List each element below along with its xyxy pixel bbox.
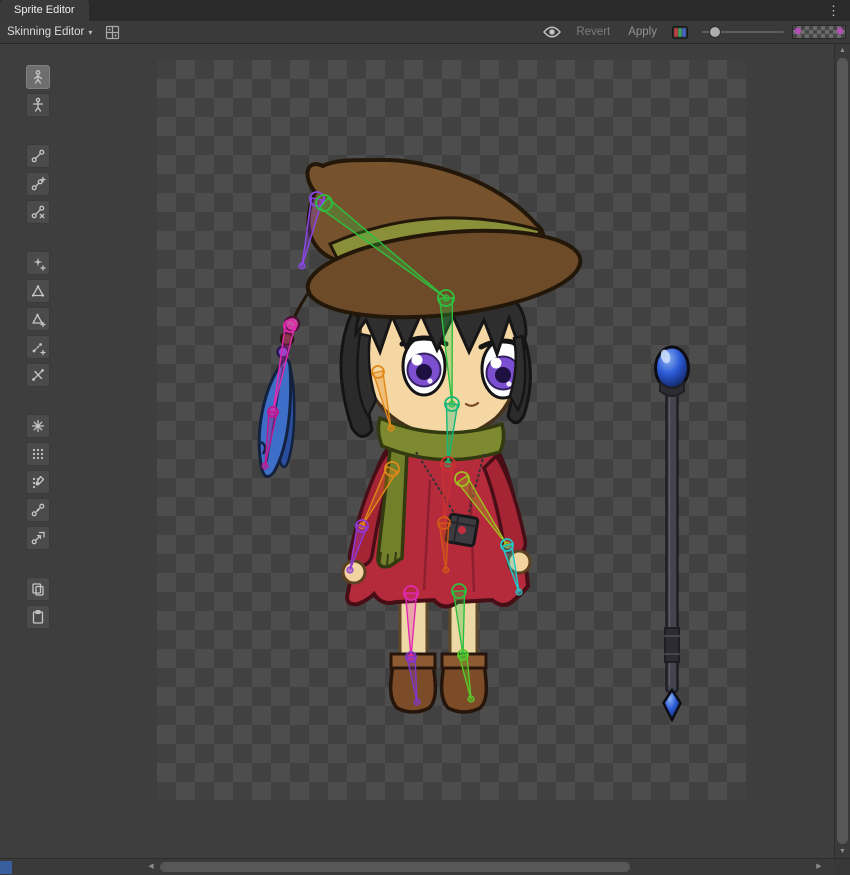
tool-weight-brush-button[interactable] bbox=[26, 470, 50, 494]
bone-arm-left-upper[interactable] bbox=[359, 462, 399, 529]
bone-hat-to-head[interactable] bbox=[316, 195, 449, 301]
chevron-down-icon: ▾ bbox=[88, 27, 92, 37]
tool-sprite-influence-button[interactable] bbox=[26, 526, 50, 550]
vertical-scroll-thumb[interactable] bbox=[837, 58, 848, 844]
sprite-sheet-icon[interactable] bbox=[99, 21, 126, 43]
bone-leg-left-lower[interactable] bbox=[406, 652, 420, 705]
skinning-tool-strip bbox=[26, 65, 50, 656]
scroll-left-arrow[interactable]: ◀ bbox=[144, 859, 158, 875]
vertical-scrollbar[interactable]: ▲ ▼ bbox=[834, 44, 850, 858]
bone-leg-right-lower[interactable] bbox=[458, 650, 474, 702]
bone-opacity-slider[interactable] bbox=[702, 25, 784, 39]
skinning-editor-dropdown-label: Skinning Editor bbox=[7, 26, 84, 38]
tool-preview-pose-button[interactable] bbox=[26, 65, 50, 89]
bone-hat-tip[interactable] bbox=[299, 192, 324, 269]
tool-group-1 bbox=[26, 65, 50, 117]
skinning-editor-dropdown[interactable]: Skinning Editor ▾ bbox=[0, 21, 99, 43]
tool-edit-geometry-button[interactable] bbox=[26, 279, 50, 303]
kebab-menu-icon[interactable]: ⋮ bbox=[823, 1, 844, 20]
toolbar: Skinning Editor ▾ Revert Apply bbox=[0, 21, 850, 44]
tool-auto-weights-button[interactable] bbox=[26, 414, 50, 438]
mesh-opacity-gradient-slider[interactable] bbox=[792, 25, 846, 39]
tool-split-edge-button[interactable] bbox=[26, 363, 50, 387]
tool-weight-slider-button[interactable] bbox=[26, 442, 50, 466]
tool-edit-bone-button[interactable] bbox=[26, 144, 50, 168]
bone-leg-left-upper[interactable] bbox=[404, 586, 418, 660]
tool-split-bone-button[interactable] bbox=[26, 200, 50, 224]
tool-auto-geometry-button[interactable] bbox=[26, 251, 50, 275]
bone-face-accent[interactable] bbox=[372, 366, 394, 431]
tab-sprite-editor[interactable]: Sprite Editor bbox=[0, 0, 89, 21]
tool-bone-influence-button[interactable] bbox=[26, 498, 50, 522]
apply-button[interactable]: Apply bbox=[619, 21, 666, 43]
bone-arm-left-lower[interactable] bbox=[347, 520, 368, 573]
horizontal-scroll-thumb[interactable] bbox=[160, 862, 630, 872]
bone-arm-right-upper[interactable] bbox=[455, 472, 510, 548]
tool-group-3 bbox=[26, 251, 50, 387]
scrollbar-corner bbox=[834, 859, 850, 875]
sprite-editor-window: Sprite Editor ⋮ Skinning Editor ▾ Revert… bbox=[0, 0, 850, 875]
toolbar-slider-knob[interactable] bbox=[709, 26, 721, 38]
tool-paste-button[interactable] bbox=[26, 605, 50, 629]
tool-group-4 bbox=[26, 414, 50, 550]
scroll-up-arrow[interactable]: ▲ bbox=[835, 44, 850, 57]
visibility-eye-icon[interactable] bbox=[537, 21, 567, 43]
bone-leg-right-upper[interactable] bbox=[452, 584, 466, 658]
horizontal-scrollbar[interactable]: ◀ ▶ bbox=[0, 858, 850, 875]
bone-arm-right-lower[interactable] bbox=[501, 539, 522, 595]
color-swatch-icon[interactable] bbox=[666, 21, 694, 43]
tool-create-bone-button[interactable] bbox=[26, 172, 50, 196]
dock-accent bbox=[0, 861, 12, 874]
revert-button[interactable]: Revert bbox=[567, 21, 619, 43]
tool-restore-bind-pose-button[interactable] bbox=[26, 93, 50, 117]
tool-create-edge-button[interactable] bbox=[26, 335, 50, 359]
tool-copy-button[interactable] bbox=[26, 577, 50, 601]
bone-head[interactable] bbox=[438, 290, 455, 407]
bone-hip[interactable] bbox=[438, 517, 450, 573]
tool-group-5 bbox=[26, 577, 50, 629]
canvas-area bbox=[0, 44, 834, 858]
scroll-down-arrow[interactable]: ▼ bbox=[835, 845, 850, 858]
tab-bar: Sprite Editor ⋮ bbox=[0, 0, 850, 21]
bone-chest[interactable] bbox=[441, 457, 455, 526]
tool-group-2 bbox=[26, 144, 50, 224]
tool-create-vertex-button[interactable] bbox=[26, 307, 50, 331]
scroll-right-arrow[interactable]: ▶ bbox=[812, 859, 826, 875]
bone-gizmo-layer bbox=[157, 60, 746, 800]
bone-feather-2[interactable] bbox=[262, 407, 278, 469]
bone-feather-1[interactable] bbox=[270, 320, 296, 415]
